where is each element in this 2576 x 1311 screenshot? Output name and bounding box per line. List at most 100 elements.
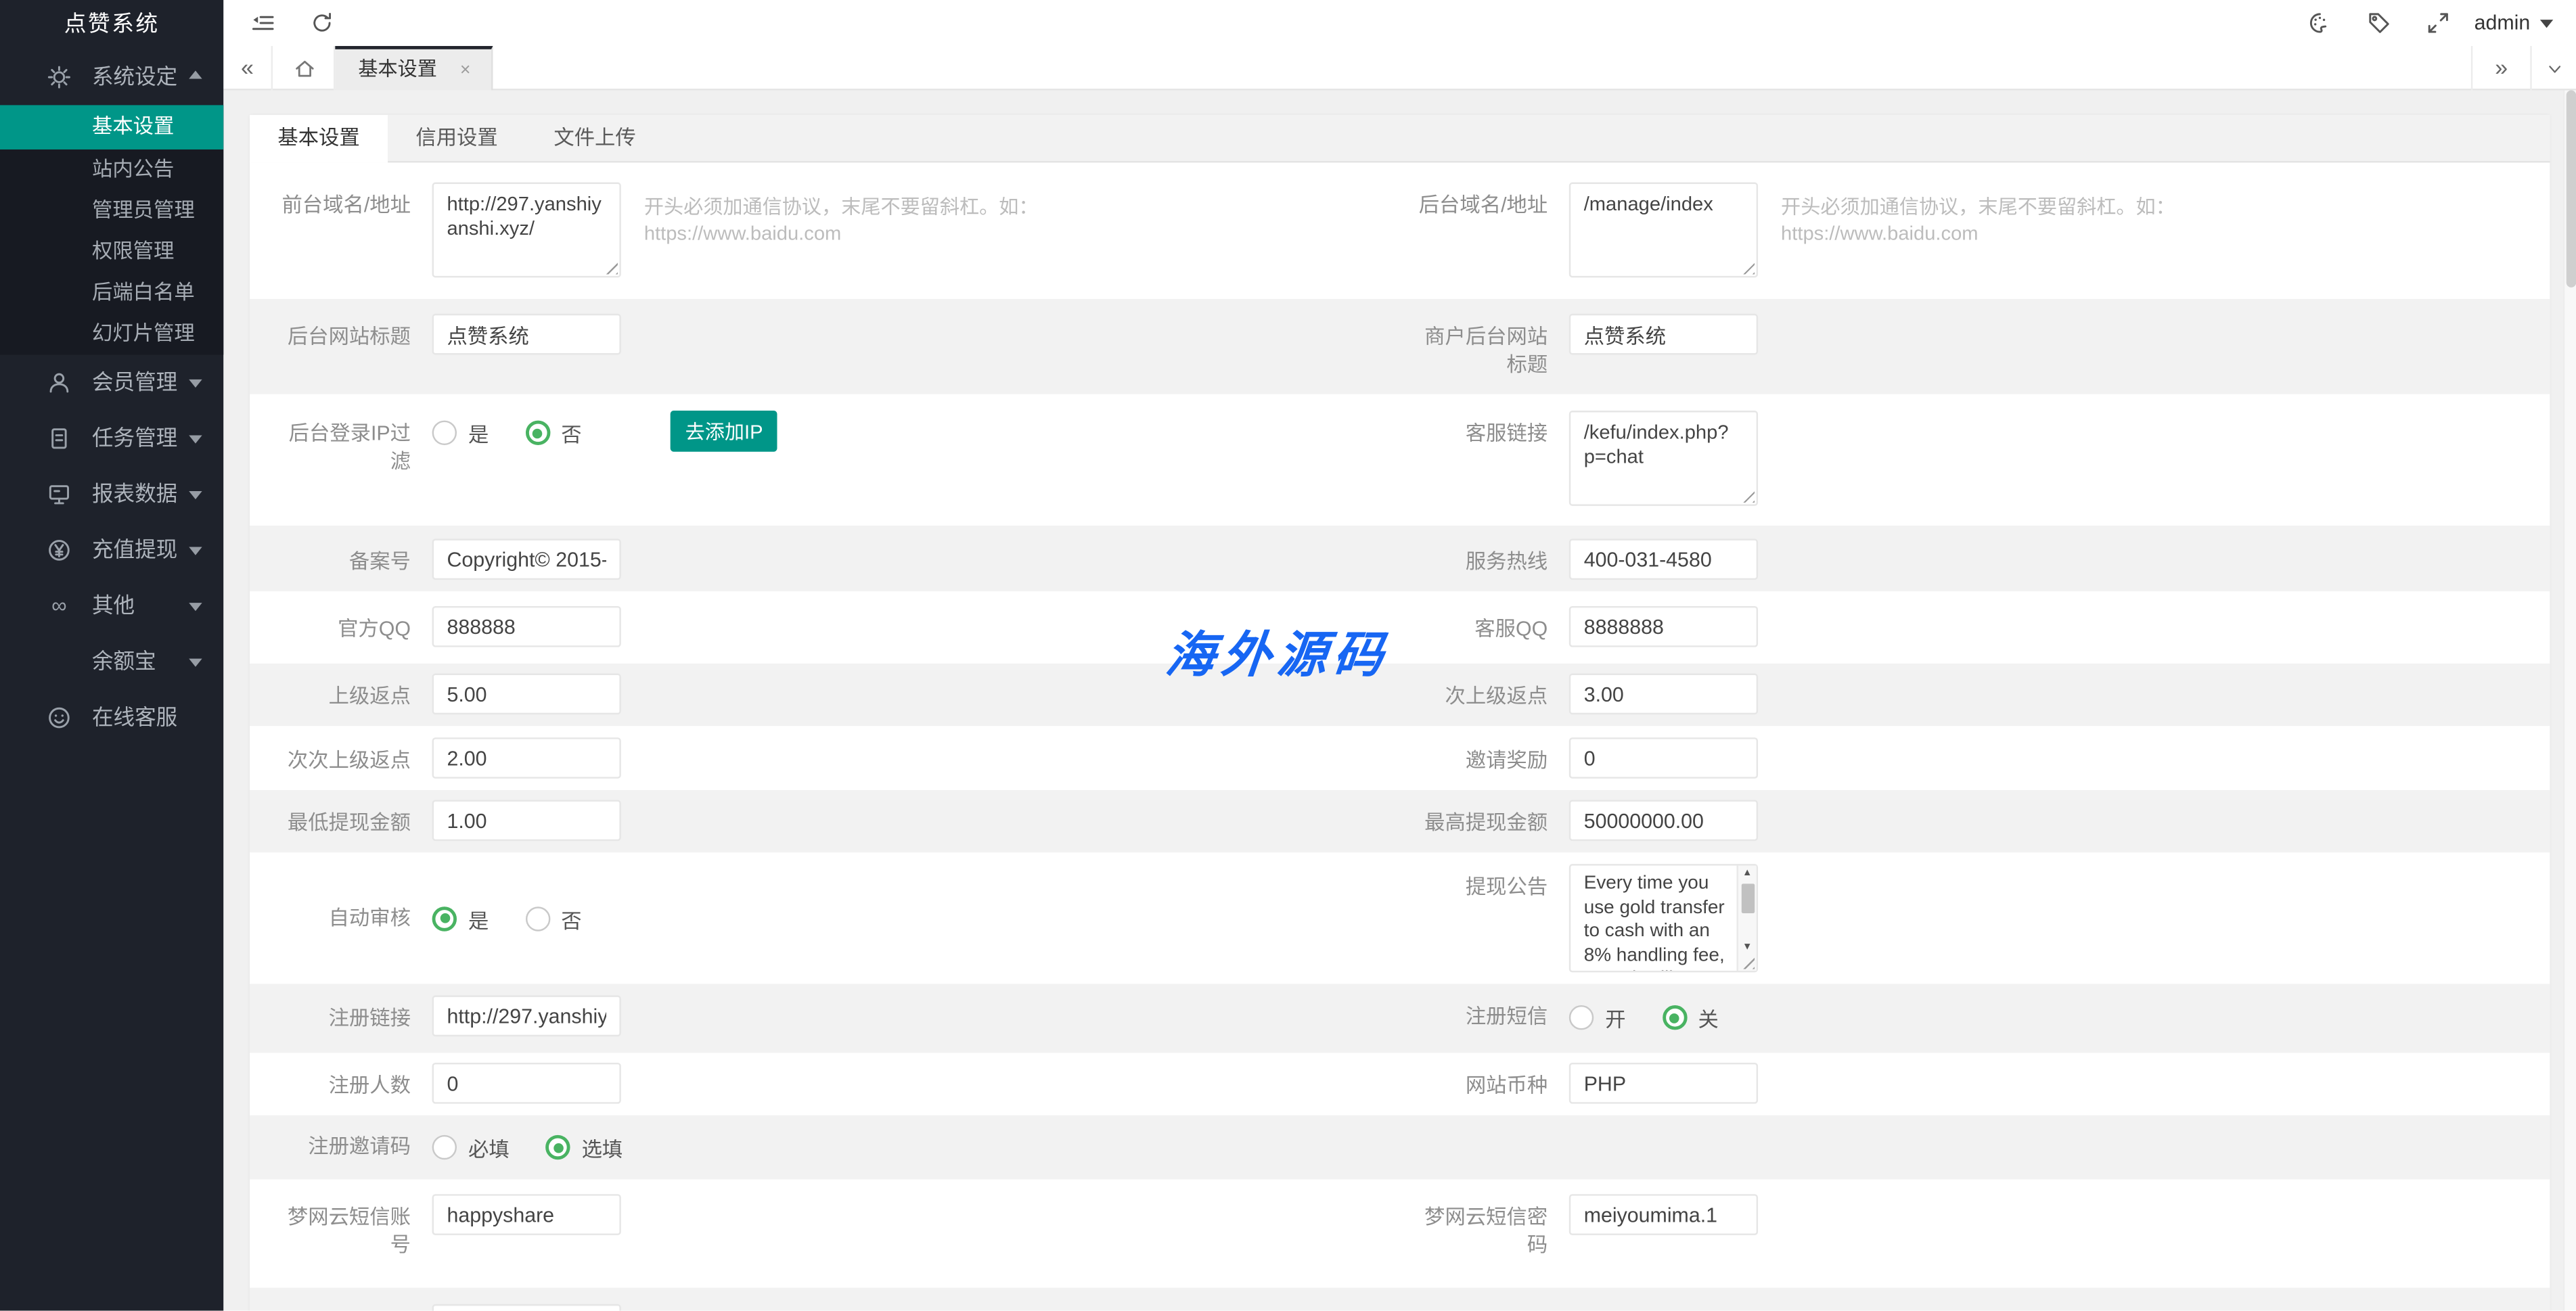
sidebar-item-online-service[interactable]: 在线客服 <box>0 690 223 746</box>
empty-field <box>1413 1125 2550 1170</box>
tabs-scroll-right-button[interactable]: » <box>2471 46 2530 91</box>
page-scroll-thumb[interactable] <box>2567 91 2576 288</box>
merchant-site-title-input[interactable] <box>1569 314 1758 355</box>
icp-input[interactable] <box>432 538 621 580</box>
chevron-down-icon <box>189 435 202 443</box>
sidebar-item-admin-management[interactable]: 管理员管理 <box>0 191 223 232</box>
radio-required[interactable] <box>432 1135 457 1159</box>
register-count-input[interactable] <box>432 1063 621 1104</box>
screen: 点赞系统 系统设定 基本设置 站内公告 管理员管理 权限管理 后端白名单 幻灯片… <box>0 0 2576 1311</box>
scroll-up-icon[interactable]: ▲ <box>1742 866 1752 882</box>
sms-password-input[interactable] <box>1569 1194 1758 1235</box>
front-domain-field: 前台域名/地址 http://297.yanshiyanshi.xyz/ 开头必… <box>276 183 1413 278</box>
hotline-input[interactable] <box>1569 538 1758 580</box>
tabs-scroll-left-button[interactable]: « <box>223 46 273 91</box>
sidebar-item-label: 报表数据 <box>92 467 177 523</box>
home-tab-button[interactable] <box>273 46 335 91</box>
currency-input[interactable] <box>1569 1063 1758 1104</box>
service-qq-input[interactable] <box>1569 606 1758 647</box>
chevron-down-icon <box>189 380 202 388</box>
front-domain-textarea[interactable]: http://297.yanshiyanshi.xyz/ <box>432 183 621 278</box>
field-label: 后台登录IP过滤 <box>276 411 411 476</box>
invite-reward-input[interactable] <box>1569 737 1758 779</box>
chevron-down-icon <box>189 491 202 499</box>
scrollbar[interactable]: ▲ ▼ <box>1737 866 1757 971</box>
ip-filter-radio-group: 是 否 <box>432 411 618 455</box>
add-ip-button[interactable]: 去添加IP <box>671 411 778 452</box>
menu-fold-icon[interactable] <box>250 10 276 37</box>
hotline-field: 服务热线 <box>1413 538 2550 580</box>
radio-label: 否 <box>561 417 581 448</box>
sidebar-item-basic-settings[interactable]: 基本设置 <box>0 105 223 150</box>
third-parent-rebate-input[interactable] <box>432 737 621 779</box>
official-qq-input[interactable] <box>432 606 621 647</box>
field-label: 官方QQ <box>276 606 411 644</box>
register-link-input[interactable] <box>432 995 621 1036</box>
field-label: 前台域名/地址 <box>276 183 411 221</box>
sidebar-item-label: 系统设定 <box>92 49 177 106</box>
radio-label: 是 <box>468 417 489 448</box>
radio-yes[interactable] <box>432 906 457 930</box>
sidebar-item-site-announcement[interactable]: 站内公告 <box>0 150 223 191</box>
member-level-select[interactable]: 白银会员 <box>432 1304 621 1311</box>
open-tab-basic-settings[interactable]: 基本设置× <box>335 46 493 91</box>
kefu-link-field: 客服链接 /kefu/index.php?p=chat <box>1413 411 2550 506</box>
sidebar-item-task-management[interactable]: 任务管理 <box>0 411 223 467</box>
tabs-menu-button[interactable] <box>2530 46 2576 91</box>
field-label: 备案号 <box>276 538 411 576</box>
field-label: 最低提现金额 <box>276 800 411 837</box>
sms-account-input[interactable] <box>432 1194 621 1235</box>
tab-file-upload[interactable]: 文件上传 <box>526 115 664 162</box>
radio-off[interactable] <box>1662 1005 1686 1030</box>
min-withdraw-input[interactable] <box>432 800 621 841</box>
tag-icon[interactable] <box>2366 10 2392 37</box>
field-label: 注册短信 <box>1413 1004 1547 1032</box>
sidebar-item-backend-whitelist[interactable]: 后端白名单 <box>0 273 223 314</box>
fullscreen-icon[interactable] <box>2425 10 2451 37</box>
service-qq-field: 客服QQ <box>1413 606 2550 647</box>
field-hint: 开头必须加通信协议，末尾不要留斜杠。如：https://www.baidu.co… <box>644 183 1137 247</box>
register-count-field: 注册人数 <box>276 1063 1413 1104</box>
content-area: 基本设置 信用设置 文件上传 前台域名/地址 http://297.yanshi… <box>223 91 2576 1311</box>
sidebar-item-permission-management[interactable]: 权限管理 <box>0 231 223 273</box>
parent-rebate-input[interactable] <box>432 674 621 715</box>
field-label: 自动审核 <box>276 904 411 932</box>
tab-credit-settings[interactable]: 信用设置 <box>388 115 526 162</box>
sidebar-item-report-data[interactable]: 报表数据 <box>0 467 223 523</box>
withdraw-notice-textarea[interactable]: Every time you use gold transfer to cash… <box>1569 864 1758 972</box>
admin-site-title-input[interactable] <box>432 314 621 355</box>
field-label: 注册链接 <box>276 995 411 1033</box>
sidebar-item-recharge-withdraw[interactable]: 充值提现 <box>0 522 223 578</box>
scroll-thumb[interactable] <box>1741 883 1754 913</box>
invite-code-field: 注册邀请码 必填 选填 <box>276 1125 1413 1170</box>
sidebar: 点赞系统 系统设定 基本设置 站内公告 管理员管理 权限管理 后端白名单 幻灯片… <box>0 0 223 1311</box>
page-scrollbar[interactable] <box>2563 91 2576 1311</box>
refresh-icon[interactable] <box>309 10 335 37</box>
sidebar-item-system-settings[interactable]: 系统设定 <box>0 49 223 106</box>
document-icon <box>46 426 72 452</box>
field-label: 梦网云短信账号 <box>276 1194 411 1260</box>
radio-no[interactable] <box>525 906 549 930</box>
radio-yes[interactable] <box>432 421 457 445</box>
scroll-down-icon[interactable]: ▼ <box>1742 940 1752 956</box>
back-domain-textarea[interactable]: /manage/index <box>1569 183 1758 278</box>
max-withdraw-input[interactable] <box>1569 800 1758 841</box>
close-icon[interactable]: × <box>460 61 471 80</box>
second-parent-rebate-input[interactable] <box>1569 674 1758 715</box>
user-menu[interactable]: admin <box>2475 0 2554 46</box>
radio-optional[interactable] <box>545 1135 570 1159</box>
sidebar-item-label: 充值提现 <box>92 522 177 578</box>
sidebar-item-yuebao[interactable]: 余额宝 <box>0 634 223 690</box>
palette-icon[interactable] <box>2307 10 2333 37</box>
tab-basic-settings[interactable]: 基本设置 <box>250 115 388 162</box>
radio-label: 选填 <box>582 1132 623 1163</box>
withdraw-notice-field: 提现公告 Every time you use gold transfer to… <box>1413 864 2550 972</box>
radio-on[interactable] <box>1569 1005 1594 1030</box>
radio-no[interactable] <box>525 421 549 445</box>
chevron-down-icon <box>189 659 202 667</box>
sidebar-item-slideshow-management[interactable]: 幻灯片管理 <box>0 314 223 355</box>
kefu-link-textarea[interactable]: /kefu/index.php?p=chat <box>1569 411 1758 506</box>
sidebar-item-member-management[interactable]: 会员管理 <box>0 354 223 411</box>
sidebar-item-other[interactable]: ∞ 其他 <box>0 578 223 635</box>
field-label: 提现公告 <box>1413 864 1547 902</box>
